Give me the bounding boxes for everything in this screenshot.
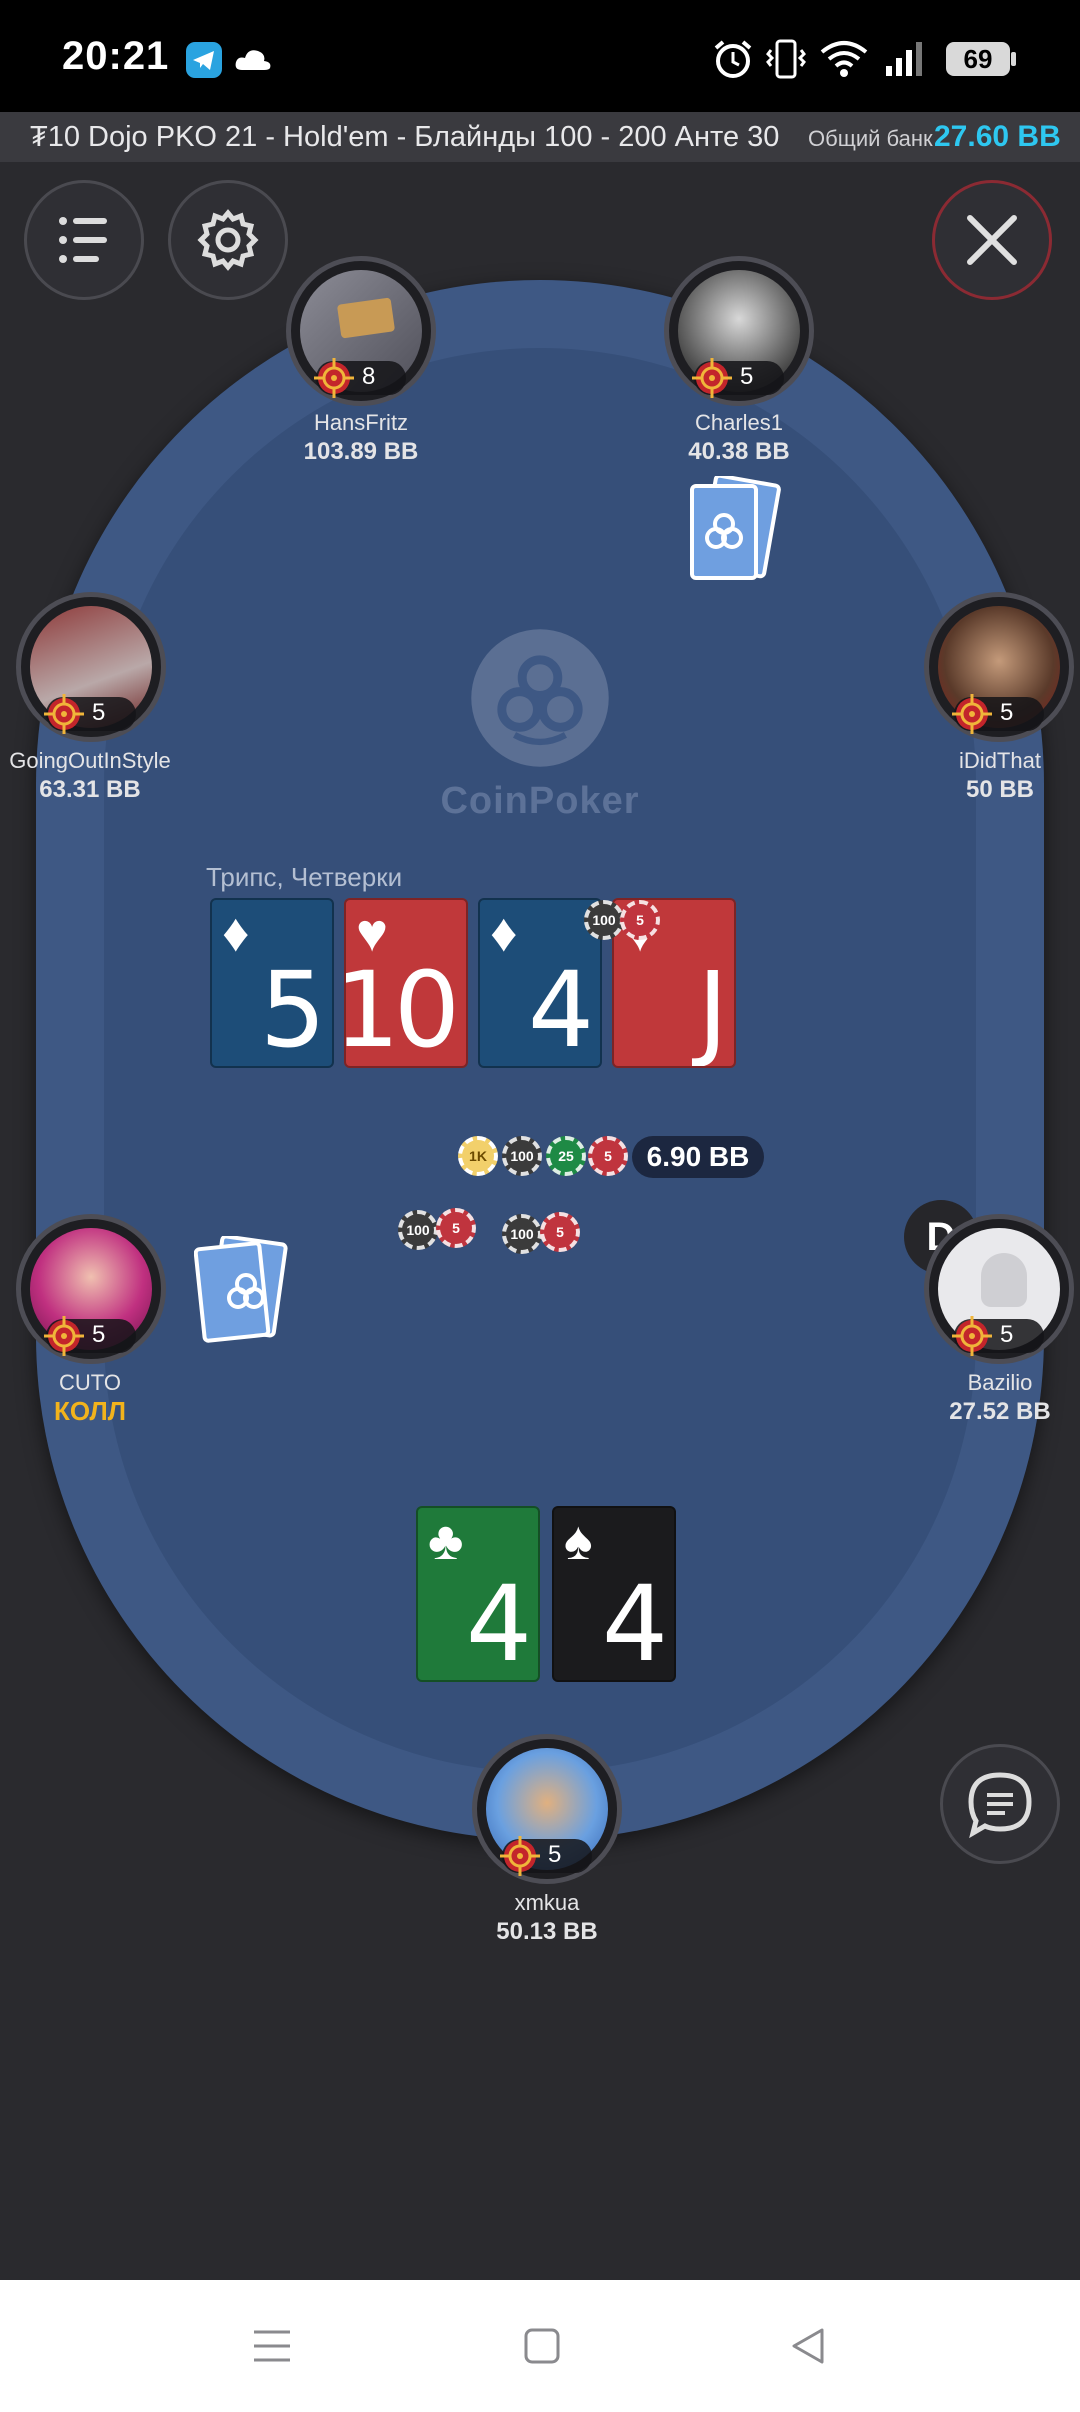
bounty-badge: 5 [44, 1316, 136, 1356]
chat-button[interactable] [940, 1744, 1060, 1864]
bet-chip: 5 [620, 900, 660, 940]
player-stack: 40.38 BB [688, 438, 790, 465]
bet-chip: 5 [540, 1212, 580, 1252]
bounty-badge: 5 [692, 358, 784, 398]
pot-chip: 1K [458, 1136, 498, 1176]
bounty-target-icon [692, 358, 732, 398]
bounty-badge: 5 [500, 1836, 592, 1876]
coinpoker-logo-icon [471, 629, 609, 767]
menu-icon [59, 217, 107, 263]
seat-charles1[interactable]: 5 [664, 256, 814, 406]
bounty-badge: 5 [952, 1316, 1044, 1356]
telegram-icon [186, 42, 222, 78]
chat-icon [968, 1772, 1032, 1839]
bounty-badge: 5 [952, 694, 1044, 734]
player-stack: 103.89 BB [303, 438, 419, 465]
seat-cuto[interactable]: 5 [16, 1214, 166, 1364]
seat-hansfritz[interactable]: 8 [286, 256, 436, 406]
vibrate-icon [766, 39, 806, 79]
hero-card[interactable]: ♣ 4 [416, 1506, 540, 1682]
signal-icon [886, 42, 922, 76]
player-action: КОЛЛ [54, 1396, 126, 1426]
bet-chip: 5 [436, 1208, 476, 1248]
bet-chip: 100 [584, 900, 624, 940]
seat-ididthat[interactable]: 5 [924, 592, 1074, 742]
opponent-cards-back [690, 476, 781, 580]
menu-button[interactable] [24, 180, 144, 300]
table-info-bar: ₮10 Dojo PKO 21 - Hold'em - Блайнды 100 … [0, 112, 1080, 162]
bounty-target-icon [44, 694, 84, 734]
status-bar: 20:21 69 [0, 0, 1080, 112]
seat-xmkua[interactable]: 5 [472, 1734, 622, 1884]
player-name: CUTO [59, 1370, 121, 1395]
bounty-target-icon [952, 1316, 992, 1356]
player-name: xmkua [514, 1890, 580, 1915]
bounty-badge: 8 [314, 358, 406, 398]
total-pot-value: 27.60 BB [934, 120, 1061, 153]
bounty-badge: 5 [44, 694, 136, 734]
player-stack: 27.52 BB [949, 1398, 1051, 1425]
bet-chip: 100 [398, 1210, 438, 1250]
total-pot-label: Общий банк [808, 126, 933, 151]
player-stack: 63.31 BB [39, 776, 141, 803]
back-icon[interactable] [788, 2326, 828, 2366]
status-time: 20:21 [62, 34, 170, 78]
bounty-target-icon [500, 1836, 540, 1876]
player-stack: 50 BB [965, 776, 1035, 803]
seat-goingoutinstyle[interactable]: 5 [16, 592, 166, 742]
opponent-cards-back [194, 1236, 288, 1343]
bounty-target-icon [44, 1316, 84, 1356]
table-name: ₮10 Dojo PKO 21 - Hold'em - Блайнды 100 … [30, 121, 780, 153]
hero-card[interactable]: ♠ 4 [552, 1506, 676, 1682]
hand-strength-label: Трипс, Четверки [206, 862, 403, 892]
bounty-target-icon [952, 694, 992, 734]
coinpoker-logo-text: CoinPoker [440, 780, 640, 822]
bounty-target-icon [314, 358, 354, 398]
close-button[interactable] [932, 180, 1052, 300]
home-icon[interactable] [522, 2326, 562, 2366]
gear-icon [197, 209, 259, 271]
pot-chip: 25 [546, 1136, 586, 1176]
player-name: Bazilio [967, 1370, 1033, 1395]
player-name: GoingOutInStyle [9, 748, 171, 773]
board-card: ♦ 5 [210, 898, 334, 1068]
system-navigation-bar [0, 2280, 1080, 2412]
player-stack: 50.13 BB [496, 1918, 598, 1945]
pot-chip: 5 [588, 1136, 628, 1176]
battery-indicator: 69 [946, 42, 1016, 76]
pot-amount: 6.90 BB [632, 1136, 764, 1178]
cloud-icon [235, 50, 271, 70]
player-name: HansFritz [313, 410, 409, 435]
board-card: ♥ 10 [344, 898, 468, 1068]
pot-chip: 100 [502, 1136, 542, 1176]
bet-chip: 100 [502, 1214, 542, 1254]
seat-bazilio[interactable]: 5 [924, 1214, 1074, 1364]
close-icon [967, 215, 1017, 265]
player-name: Charles1 [694, 410, 784, 435]
alarm-icon [714, 40, 752, 78]
wifi-icon [820, 41, 868, 77]
recent-apps-icon[interactable] [252, 2326, 292, 2366]
settings-button[interactable] [168, 180, 288, 300]
player-name: iDidThat [959, 748, 1041, 773]
